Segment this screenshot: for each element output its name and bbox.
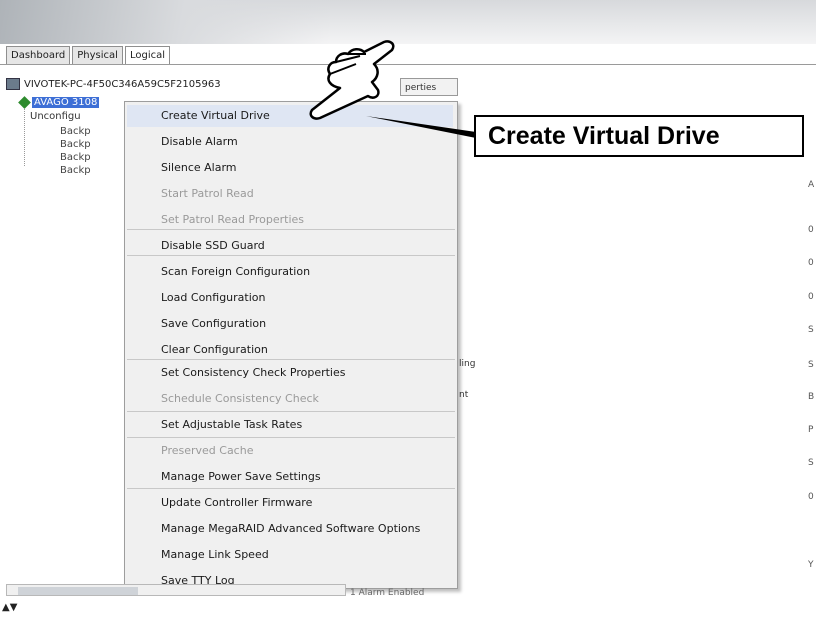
menu-item-disable-ssd-guard[interactable]: Disable SSD Guard [161, 239, 265, 252]
callout-box: Create Virtual Drive [474, 115, 804, 157]
view-tabs: Dashboard Physical Logical [6, 46, 170, 66]
menu-item-schedule-consistency-check: Schedule Consistency Check [161, 392, 319, 405]
menu-item-set-adjustable-task-rates[interactable]: Set Adjustable Task Rates [161, 418, 302, 431]
menu-separator [127, 488, 455, 489]
menu-separator [127, 229, 455, 230]
menu-separator [127, 411, 455, 412]
tab-logical[interactable]: Logical [124, 46, 170, 66]
tree-backplane-node[interactable]: Backp [60, 139, 91, 150]
menu-separator [127, 359, 455, 360]
scrollbar-thumb[interactable] [18, 587, 138, 595]
menu-item-create-virtual-drive[interactable]: Create Virtual Drive [161, 109, 270, 122]
tree-host-node[interactable]: VIVOTEK-PC-4F50C346A59C5F2105963 [6, 76, 221, 92]
tree-unconfigured-node[interactable]: Unconfigu [30, 111, 81, 122]
property-stub: 0 [808, 492, 814, 502]
context-menu: Create Virtual Drive Disable Alarm Silence… [124, 101, 458, 589]
property-stub: 0 [808, 292, 814, 302]
property-partial-label: nt [459, 390, 469, 400]
tree-controller-node[interactable]: AVAGO 3108 [18, 96, 100, 109]
property-partial-label: ling [459, 359, 476, 369]
expand-arrows-icon[interactable]: ▲▼ [2, 602, 17, 613]
computer-icon [6, 78, 20, 90]
property-stub: S [808, 458, 814, 468]
tab-dashboard[interactable]: Dashboard [6, 46, 71, 66]
menu-item-manage-megaraid-advanced-software-options[interactable]: Manage MegaRAID Advanced Software Option… [161, 522, 420, 535]
tab-physical[interactable]: Physical [72, 46, 123, 66]
menu-separator [127, 255, 455, 256]
controller-label: AVAGO 3108 [32, 97, 100, 108]
menu-item-manage-link-speed[interactable]: Manage Link Speed [161, 548, 269, 561]
menu-item-disable-alarm[interactable]: Disable Alarm [161, 135, 238, 148]
property-stub: A [808, 180, 815, 190]
menu-item-start-patrol-read: Start Patrol Read [161, 187, 254, 200]
tree-connector [24, 106, 26, 166]
pointing-hand-icon [309, 40, 395, 120]
menu-item-preserved-cache: Preserved Cache [161, 444, 254, 457]
menu-item-clear-configuration[interactable]: Clear Configuration [161, 343, 268, 356]
tree-backplane-node[interactable]: Backp [60, 126, 91, 137]
property-row-label: 1 Alarm Enabled [350, 588, 425, 598]
host-label: VIVOTEK-PC-4F50C346A59C5F2105963 [24, 78, 221, 90]
menu-item-update-controller-firmware[interactable]: Update Controller Firmware [161, 496, 312, 509]
menu-item-set-patrol-read-properties: Set Patrol Read Properties [161, 213, 305, 226]
menu-item-scan-foreign-configuration[interactable]: Scan Foreign Configuration [161, 265, 310, 278]
property-stub: B [808, 392, 815, 402]
menu-separator [127, 437, 455, 438]
menu-item-set-consistency-check-properties[interactable]: Set Consistency Check Properties [161, 366, 346, 379]
tree-backplane-node[interactable]: Backp [60, 165, 91, 176]
property-stub: 0 [808, 225, 814, 235]
property-stub: 0 [808, 258, 814, 268]
property-stub: Y [808, 560, 814, 570]
tree-backplane-node[interactable]: Backp [60, 152, 91, 163]
menu-item-silence-alarm[interactable]: Silence Alarm [161, 161, 237, 174]
menu-item-save-configuration[interactable]: Save Configuration [161, 317, 266, 330]
menu-item-load-configuration[interactable]: Load Configuration [161, 291, 265, 304]
menu-item-manage-power-save-settings[interactable]: Manage Power Save Settings [161, 470, 321, 483]
property-stub: S [808, 325, 814, 335]
property-stub: S [808, 360, 814, 370]
controller-icon [18, 96, 31, 109]
property-stub: P [808, 425, 814, 435]
